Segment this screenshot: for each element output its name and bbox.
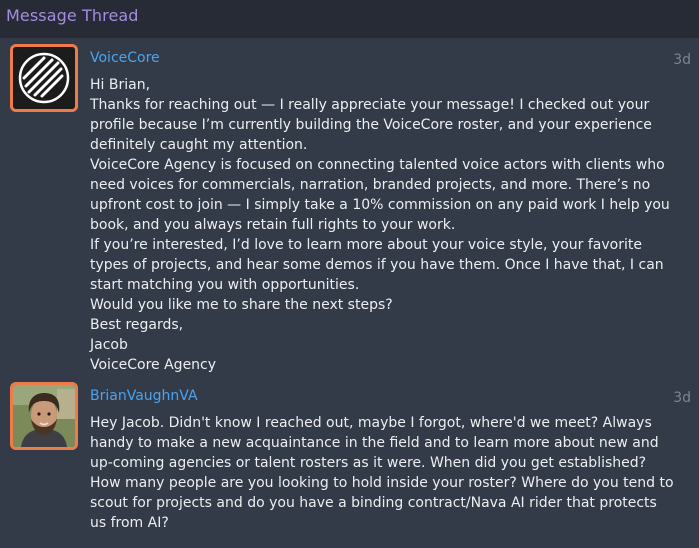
message-line: upfront cost to join — I simply take a 1…: [90, 197, 670, 213]
message-line: up-coming agencies or talent rosters as …: [90, 455, 647, 471]
sender-name-link[interactable]: VoiceCore: [90, 50, 160, 66]
message-line: book, and you always retain full rights …: [90, 217, 456, 233]
message-body: Hi Brian, Thanks for reaching out — I re…: [90, 75, 680, 375]
message-line: Thanks for reaching out — I really appre…: [90, 97, 650, 113]
message-timestamp: 3d: [673, 390, 691, 406]
message-line: handy to make a new acquaintance in the …: [90, 435, 659, 451]
message-line: profile because I’m currently building t…: [90, 117, 652, 133]
message-line: Best regards,: [90, 317, 184, 333]
avatar[interactable]: [10, 382, 78, 450]
voicecore-logo-icon: [13, 47, 75, 109]
message-line: Hi Brian,: [90, 77, 151, 93]
message-line: VoiceCore Agency: [90, 357, 217, 373]
message-line: types of projects, and hear some demos i…: [90, 257, 664, 273]
message-line: us from AI?: [90, 515, 169, 531]
message-body: Hey Jacob. Didn't know I reached out, ma…: [90, 413, 680, 533]
message-line: Jacob: [90, 337, 128, 353]
user-photo-avatar: [13, 385, 75, 447]
sender-name-link[interactable]: BrianVaughnVA: [90, 388, 198, 404]
page-title: Message Thread: [6, 6, 139, 25]
message-line: Hey Jacob. Didn't know I reached out, ma…: [90, 415, 652, 431]
message-line: If you’re interested, I’d love to learn …: [90, 237, 642, 253]
message-line: scout for projects and do you have a bin…: [90, 495, 657, 511]
message-timestamp: 3d: [673, 52, 691, 68]
message-line: definitely caught my attention.: [90, 137, 308, 153]
avatar[interactable]: [10, 44, 78, 112]
message-line: VoiceCore Agency is focused on connectin…: [90, 157, 665, 173]
thread-header: Message Thread: [0, 0, 699, 38]
message-line: Would you like me to share the next step…: [90, 297, 393, 313]
message-line: start matching you with opportunities.: [90, 277, 360, 293]
message-line: How many people are you looking to hold …: [90, 475, 674, 491]
message-line: need voices for commercials, narration, …: [90, 177, 651, 193]
message-list[interactable]: VoiceCore 3d Hi Brian, Thanks for reachi…: [0, 38, 699, 548]
